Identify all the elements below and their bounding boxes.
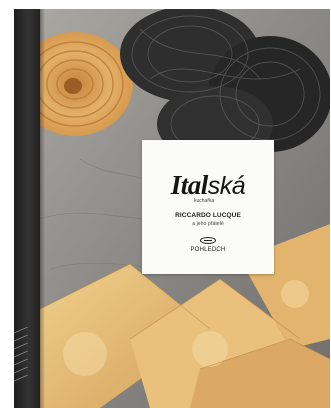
publisher-logo-icon	[200, 237, 216, 244]
book-title-bold: Ital	[170, 170, 209, 200]
book: Italská kuchařka RICCARDO LUCQUE a jeho …	[14, 9, 330, 408]
book-author: RICCARDO LUCQUE	[175, 212, 241, 219]
book-title: Italská	[142, 171, 274, 200]
publisher-name: POHLEDCH	[190, 247, 226, 253]
cover-title-card: Italská kuchařka RICCARDO LUCQUE a jeho …	[142, 140, 274, 274]
spine-stripes-graphic	[14, 327, 28, 382]
book-cover: Italská kuchařka RICCARDO LUCQUE a jeho …	[40, 9, 330, 408]
book-author-sub: a jeho přátelé	[192, 221, 224, 227]
spine-shadow	[40, 9, 45, 408]
book-subtitle: kuchařka	[194, 198, 215, 204]
book-title-light: ská	[207, 172, 246, 200]
